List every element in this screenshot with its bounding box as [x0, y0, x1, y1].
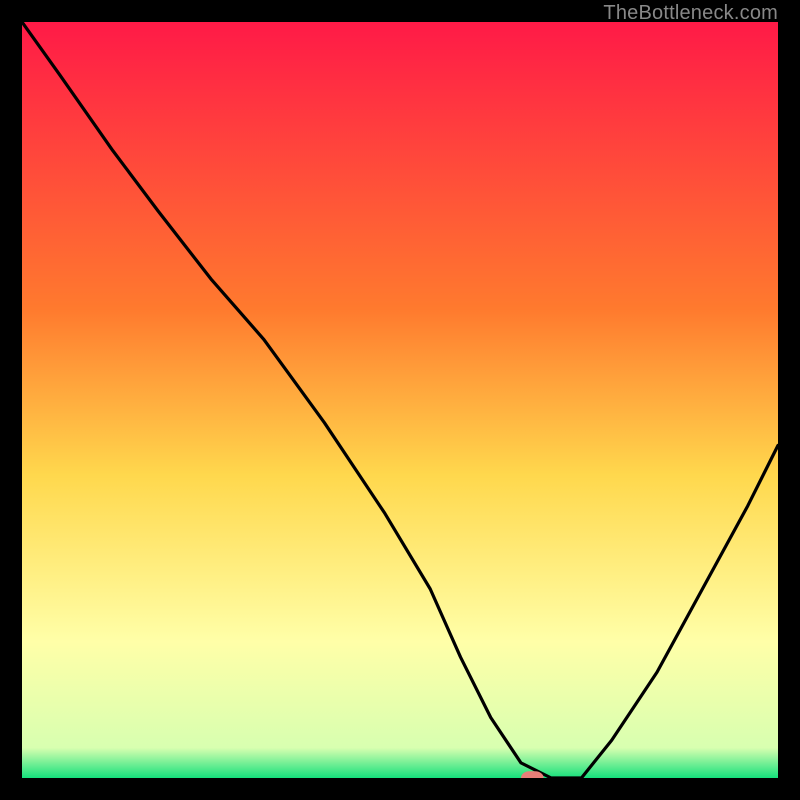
- bottleneck-chart: [22, 22, 778, 778]
- chart-svg: [22, 22, 778, 778]
- chart-background: [22, 22, 778, 778]
